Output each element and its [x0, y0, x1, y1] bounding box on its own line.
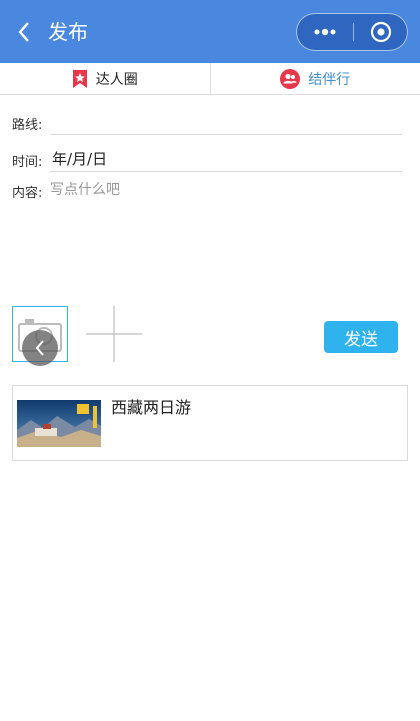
route-label: 路线:	[12, 118, 43, 133]
date-picker[interactable]: 年/月/日	[52, 148, 107, 169]
back-button[interactable]	[12, 20, 36, 44]
add-image-button[interactable]	[86, 306, 142, 362]
mini-program-capsule	[296, 13, 408, 51]
more-button[interactable]	[297, 14, 353, 50]
tab-label: 达人圈	[95, 71, 138, 88]
plus-icon	[86, 306, 142, 362]
target-circle-icon	[370, 21, 392, 43]
time-label: 时间:	[12, 155, 43, 170]
tab-daren-circle[interactable]: 达人圈	[0, 63, 210, 94]
linked-trip-card[interactable]: 西藏两日游	[12, 385, 408, 461]
chevron-left-icon	[35, 340, 44, 356]
navigation-bar: 发布	[0, 0, 420, 63]
tab-travel-together[interactable]: 结伴行	[209, 63, 420, 94]
send-button[interactable]: 发送	[324, 321, 398, 353]
time-underline	[50, 171, 402, 172]
content-label: 内容:	[12, 186, 43, 201]
floating-back-button[interactable]	[22, 330, 58, 366]
tibet-poster-thumbnail	[17, 400, 101, 447]
page-title: 发布	[48, 20, 88, 44]
people-icon	[280, 68, 301, 89]
more-dots-icon	[314, 28, 336, 36]
route-underline	[50, 134, 402, 135]
close-mini-program-button[interactable]	[354, 14, 408, 50]
trip-title: 西藏两日游	[111, 398, 192, 417]
trip-thumbnail	[17, 400, 101, 447]
star-bookmark-icon	[72, 69, 87, 88]
content-textarea[interactable]	[50, 179, 400, 259]
category-tabs: 达人圈 结伴行	[0, 63, 420, 95]
tab-label: 结伴行	[308, 71, 351, 88]
chevron-left-icon	[18, 22, 29, 42]
